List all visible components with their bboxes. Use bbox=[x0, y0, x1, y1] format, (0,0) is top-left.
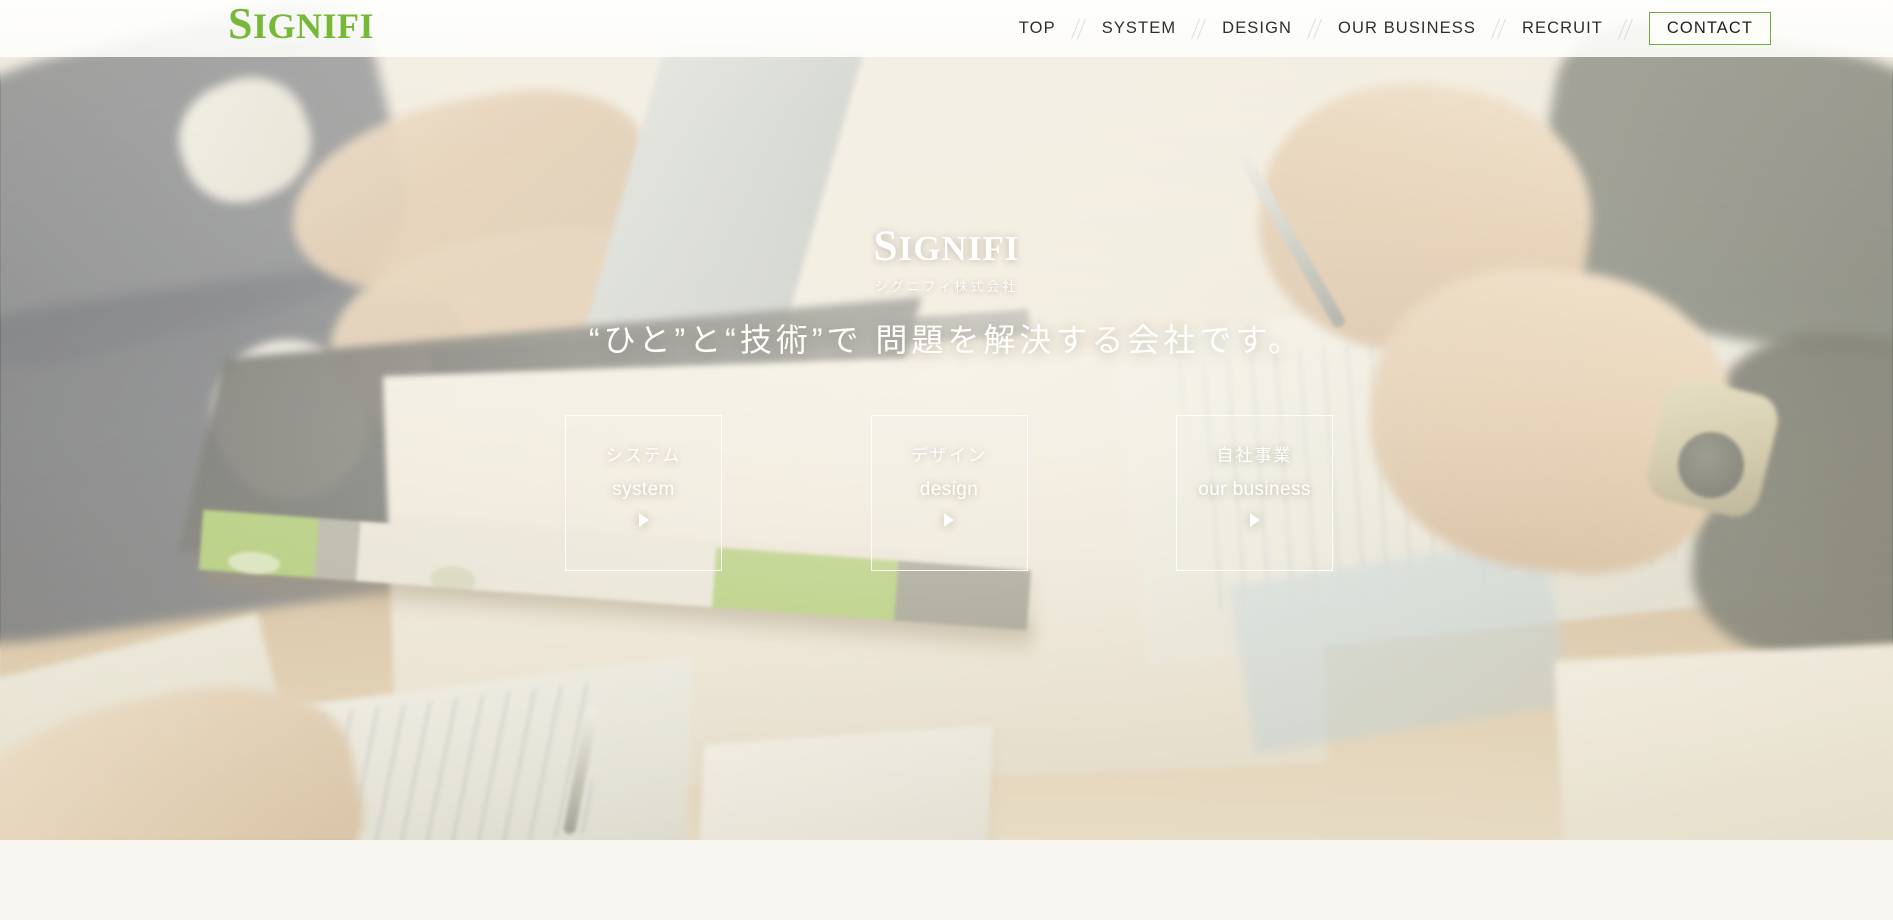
hero-card-design-en-label: design bbox=[919, 479, 979, 500]
double-slash-icon bbox=[1190, 19, 1208, 39]
hero-card-system[interactable]: システム system bbox=[565, 415, 722, 571]
hero-card-our-business-en-label: our business bbox=[1198, 479, 1311, 500]
site-header: SIGNIFI TOP SYSTEM DESIGN OUR BUSINESS R… bbox=[0, 0, 1893, 57]
site-logo[interactable]: SIGNIFI bbox=[228, 2, 374, 46]
hero-logo-initial: S bbox=[873, 223, 899, 270]
hero-card-system-en-label: system bbox=[612, 479, 675, 500]
nav-item-top[interactable]: TOP bbox=[1005, 19, 1070, 38]
play-triangle-icon bbox=[638, 513, 649, 527]
site-logo-rest: IGNIFI bbox=[252, 6, 375, 46]
contact-button[interactable]: CONTACT bbox=[1649, 12, 1771, 45]
nav-item-system[interactable]: SYSTEM bbox=[1088, 19, 1190, 38]
nav-item-design[interactable]: DESIGN bbox=[1208, 19, 1306, 38]
hero-card-design[interactable]: デザイン design bbox=[870, 415, 1028, 571]
hero-tagline: “ひと”と“技術”で 問題を解決する会社です。 bbox=[588, 322, 1305, 358]
site-logo-initial: S bbox=[228, 0, 253, 48]
hero-logo-rest: IGNIFI bbox=[898, 229, 1020, 268]
page-root: SIGNIFI シグニフィ株式会社 “ひと”と“技術”で 問題を解決する会社です… bbox=[0, 0, 1893, 920]
double-slash-icon bbox=[1070, 19, 1088, 39]
hero-card-our-business[interactable]: 自社事業 our business bbox=[1176, 415, 1333, 571]
hero-card-our-business-jp-label: 自社事業 bbox=[1216, 446, 1293, 465]
nav-item-recruit[interactable]: RECRUIT bbox=[1508, 19, 1617, 38]
hero-logo-wordmark: SIGNIFI bbox=[0, 225, 1893, 268]
play-triangle-icon bbox=[1249, 513, 1260, 527]
hero-logo-subtitle: シグニフィ株式会社 bbox=[874, 279, 1019, 294]
hero-center-logo: SIGNIFI シグニフィ株式会社 bbox=[0, 225, 1893, 295]
double-slash-icon bbox=[1617, 19, 1635, 39]
below-hero-section bbox=[0, 840, 1893, 920]
hero-card-system-jp-label: システム bbox=[605, 446, 682, 465]
hero-card-list: システム system デザイン design 自社事業 our busines… bbox=[565, 415, 1333, 571]
hero-card-design-jp-label: デザイン bbox=[911, 446, 987, 465]
double-slash-icon bbox=[1306, 19, 1324, 39]
hero-content: SIGNIFI シグニフィ株式会社 “ひと”と“技術”で 問題を解決する会社です… bbox=[0, 0, 1893, 840]
play-triangle-icon bbox=[944, 513, 954, 527]
main-navigation: TOP SYSTEM DESIGN OUR BUSINESS RECRUIT C… bbox=[1005, 0, 1771, 57]
nav-item-our-business[interactable]: OUR BUSINESS bbox=[1324, 19, 1490, 38]
double-slash-icon bbox=[1490, 19, 1508, 39]
